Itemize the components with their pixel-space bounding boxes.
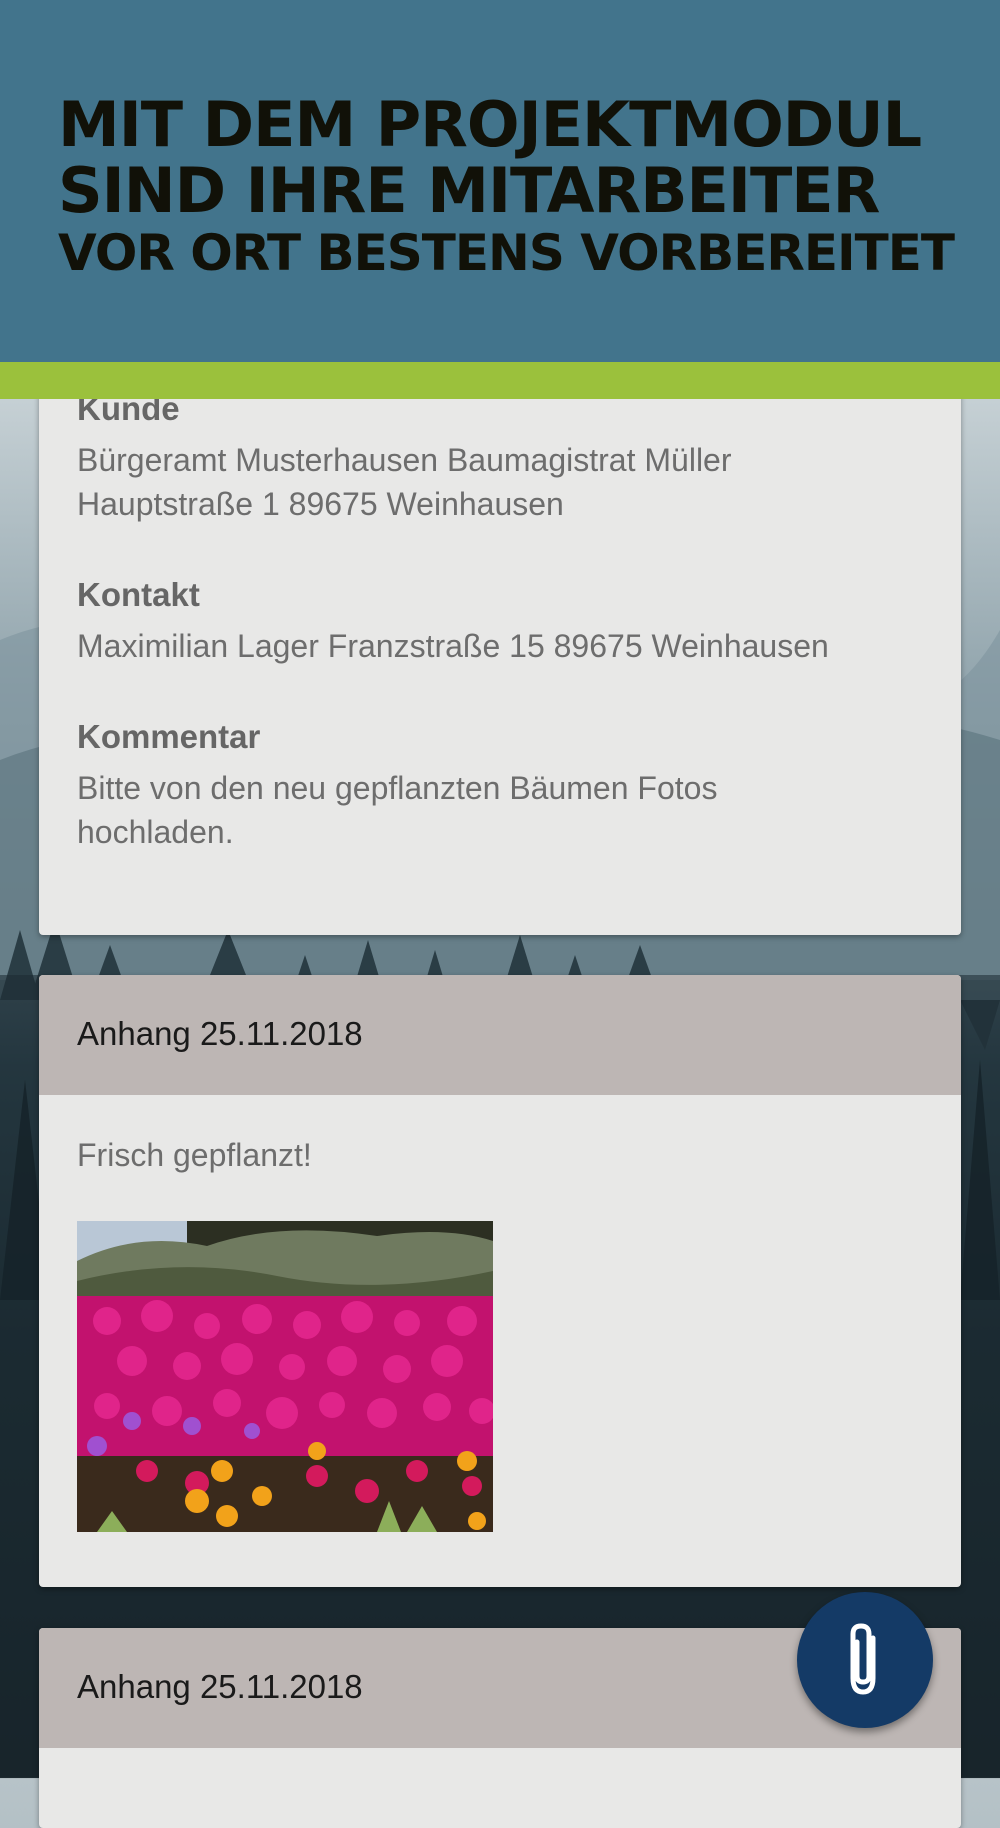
attachment-header[interactable]: Anhang 25.11.2018 [39, 975, 961, 1095]
contact-label: Kontakt [77, 576, 200, 613]
accent-bar [0, 362, 1000, 399]
contact-value: Maximilian Lager Franzstraße 15 89675 We… [77, 628, 829, 664]
attachment-card[interactable]: Anhang 25.11.2018 Frisch gepflanzt! [39, 975, 961, 1587]
banner-line-3: VOR ORT BESTENS VORBEREITET [58, 224, 955, 282]
attachment-title: Anhang 25.11.2018 [77, 1015, 363, 1052]
attachment-photo[interactable] [77, 1221, 493, 1532]
comment-line-1: Bitte von den neu gepflanzten Bäumen Fot… [77, 770, 718, 806]
add-attachment-button[interactable] [797, 1592, 933, 1728]
paperclip-icon [850, 1623, 876, 1695]
attachment-title: Anhang 25.11.2018 [77, 1668, 363, 1705]
banner-line-1: MIT DEM PROJEKTMODUL [58, 88, 922, 161]
banner-headline: MIT DEM PROJEKTMODUL SIND IHRE MITARBEIT… [58, 88, 968, 282]
project-details-card: Kunde Bürgeramt Musterhausen Baumagistra… [39, 380, 961, 935]
flower-photo-image [77, 1221, 493, 1532]
comment-line-2: hochladen. [77, 814, 234, 850]
customer-address-line-2: Hauptstraße 1 89675 Weinhausen [77, 486, 564, 522]
customer-address-line-1: Bürgeramt Musterhausen Baumagistrat Müll… [77, 442, 732, 478]
attachment-caption: Frisch gepflanzt! [77, 1137, 312, 1173]
comment-label: Kommentar [77, 718, 261, 755]
header-banner: MIT DEM PROJEKTMODUL SIND IHRE MITARBEIT… [0, 0, 1000, 362]
banner-line-2: SIND IHRE MITARBEITER [58, 154, 880, 227]
